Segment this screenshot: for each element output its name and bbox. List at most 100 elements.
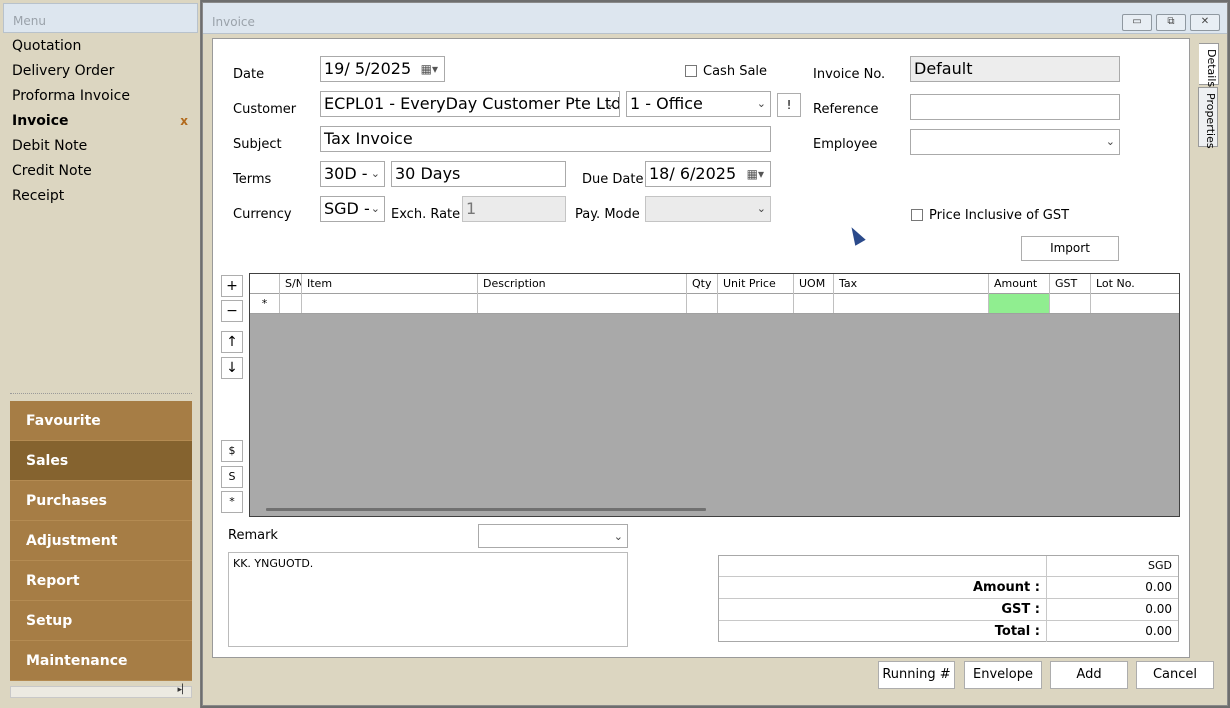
exch-rate-field[interactable]: 1 (462, 196, 566, 222)
price-inclusive-checkbox[interactable] (911, 209, 923, 221)
remark-textarea[interactable]: KK. YNGUOTD. (228, 552, 628, 647)
cell-sn[interactable] (280, 294, 302, 313)
remark-template-select[interactable]: ⌄ (478, 524, 628, 548)
minimize-button[interactable]: ▭ (1122, 14, 1152, 31)
move-down-button[interactable]: ↓ (221, 357, 243, 379)
amount-value: 0.00 (1145, 580, 1172, 594)
menu-scrollbar[interactable]: ▸▏ (10, 685, 192, 698)
col-qty[interactable]: Qty (687, 274, 718, 294)
add-row-button[interactable]: + (221, 275, 243, 297)
col-amount[interactable]: Amount (989, 274, 1050, 294)
envelope-button[interactable]: Envelope (964, 661, 1042, 689)
category-sales[interactable]: Sales (10, 441, 192, 481)
col-tax[interactable]: Tax (834, 274, 989, 294)
cell-uom[interactable] (794, 294, 834, 313)
tab-details[interactable]: Details (1199, 43, 1219, 87)
grid-corner (250, 274, 280, 294)
star-button[interactable]: * (221, 491, 243, 513)
category-setup[interactable]: Setup (10, 601, 192, 641)
menu-item-delivery-order[interactable]: Delivery Order (10, 59, 192, 84)
grid-horizontal-scrollbar[interactable] (266, 508, 706, 511)
menu-title: Menu (13, 14, 46, 28)
category-maintenance[interactable]: Maintenance (10, 641, 192, 681)
totals-row-gst: GST : 0.00 (719, 598, 1178, 620)
menu-item-quotation[interactable]: Quotation (10, 34, 192, 59)
cell-gst[interactable] (1050, 294, 1091, 313)
category-purchases[interactable]: Purchases (10, 481, 192, 521)
menu-item-debit-note[interactable]: Debit Note (10, 134, 192, 159)
reference-label: Reference (813, 102, 879, 117)
cell-qty[interactable] (687, 294, 718, 313)
menu-item-invoice-label: Invoice (12, 113, 69, 129)
cash-sale-label: Cash Sale (703, 64, 768, 79)
cash-sale-checkbox[interactable] (685, 65, 697, 77)
col-sn[interactable]: S/N (280, 274, 302, 294)
currency-select[interactable]: SGD - ⌄ (320, 196, 385, 222)
pay-mode-select[interactable]: ⌄ (645, 196, 771, 222)
due-date-field[interactable]: 18/ 6/2025 ▦▾ (645, 161, 771, 187)
employee-select[interactable]: ⌄ (910, 129, 1120, 155)
reference-field[interactable] (910, 94, 1120, 120)
invoice-content: Date 19/ 5/2025 ▦▾ Cash Sale Invoice No.… (212, 38, 1190, 658)
gst-value: 0.00 (1145, 602, 1172, 616)
totals-row-amount: Amount : 0.00 (719, 576, 1178, 598)
menu-item-proforma-invoice[interactable]: Proforma Invoice (10, 84, 192, 109)
col-description[interactable]: Description (478, 274, 687, 294)
col-lot-no[interactable]: Lot No. (1091, 274, 1179, 294)
cell-item[interactable] (302, 294, 478, 313)
menu-categories: Favourite Sales Purchases Adjustment Rep… (10, 401, 192, 682)
invoice-no-field[interactable]: Default (910, 56, 1120, 82)
col-uom[interactable]: UOM (794, 274, 834, 294)
table-row[interactable]: * (250, 294, 1179, 314)
category-favourite[interactable]: Favourite (10, 401, 192, 441)
chevron-down-icon: ⌄ (370, 202, 380, 215)
calendar-icon[interactable]: ▦▾ (421, 57, 438, 81)
mouse-pointer-icon (846, 224, 866, 246)
customer-info-button[interactable]: ! (777, 93, 801, 117)
col-unit-price[interactable]: Unit Price (718, 274, 794, 294)
move-up-button[interactable]: ↑ (221, 331, 243, 353)
menu-item-receipt[interactable]: Receipt (10, 184, 192, 209)
terms-select[interactable]: 30D - ⌄ (320, 161, 385, 187)
remove-row-button[interactable]: − (221, 300, 243, 322)
chevron-down-icon: ⌄ (370, 167, 380, 180)
customer-select[interactable]: ECPL01 - EveryDay Customer Pte Ltd ⌄ (320, 91, 620, 117)
menu-item-credit-note[interactable]: Credit Note (10, 159, 192, 184)
employee-label: Employee (813, 137, 878, 152)
import-button[interactable]: Import (1021, 236, 1119, 261)
running-number-button[interactable]: Running # (878, 661, 955, 689)
calendar-icon[interactable]: ▦▾ (747, 162, 764, 186)
cell-lot-no[interactable] (1091, 294, 1179, 313)
add-button[interactable]: Add (1050, 661, 1128, 689)
customer-label: Customer (233, 102, 297, 117)
category-report[interactable]: Report (10, 561, 192, 601)
scroll-right-icon[interactable]: ▸▏ (178, 685, 189, 695)
tab-properties[interactable]: Properties (1198, 87, 1218, 149)
s-button[interactable]: S (221, 466, 243, 488)
chevron-down-icon: ⌄ (756, 97, 766, 110)
close-button[interactable]: ✕ (1190, 14, 1220, 31)
col-gst[interactable]: GST (1050, 274, 1091, 294)
restore-button[interactable]: ⧉ (1156, 14, 1186, 31)
currency-value: SGD - (324, 199, 370, 218)
dollar-button[interactable]: $ (221, 440, 243, 462)
close-invoice-icon[interactable]: x (180, 109, 188, 133)
terms-description-field[interactable]: 30 Days (391, 161, 566, 187)
cell-amount[interactable] (989, 294, 1050, 313)
subject-label: Subject (233, 137, 282, 152)
totals-header-spacer (719, 556, 1047, 576)
cell-tax[interactable] (834, 294, 989, 313)
cell-unit-price[interactable] (718, 294, 794, 313)
new-row-marker: * (250, 294, 280, 313)
subject-field[interactable]: Tax Invoice (320, 126, 771, 152)
cancel-button[interactable]: Cancel (1136, 661, 1214, 689)
branch-select[interactable]: 1 - Office ⌄ (626, 91, 771, 117)
category-adjustment[interactable]: Adjustment (10, 521, 192, 561)
gst-label: GST : (719, 599, 1047, 620)
items-grid[interactable]: S/N Item Description Qty Unit Price UOM … (249, 273, 1180, 517)
col-item[interactable]: Item (302, 274, 478, 294)
cell-description[interactable] (478, 294, 687, 313)
chevron-down-icon: ⌄ (1105, 135, 1115, 148)
date-field[interactable]: 19/ 5/2025 ▦▾ (320, 56, 445, 82)
menu-item-invoice[interactable]: Invoice x (10, 109, 192, 134)
